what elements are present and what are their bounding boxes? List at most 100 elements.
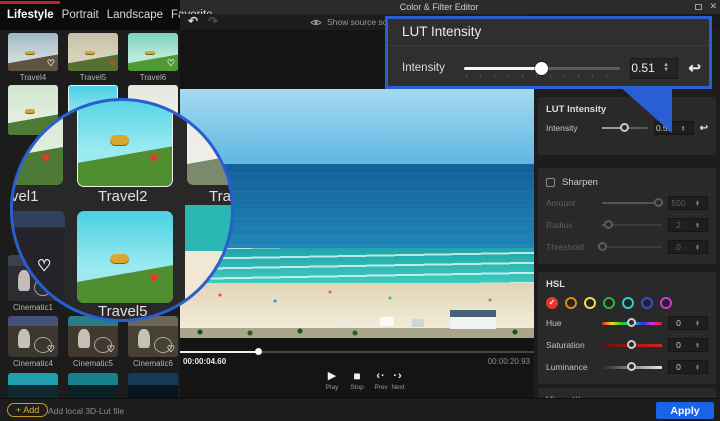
close-icon[interactable]: ✕ — [709, 1, 717, 12]
spinner[interactable] — [688, 320, 707, 327]
favorite-heart-icon[interactable] — [110, 59, 115, 68]
callout-value-box[interactable]: 0.51 — [630, 58, 678, 79]
magnified-label-travel3: Travel3 — [209, 188, 234, 205]
tab-landscape[interactable]: Landscape — [107, 9, 163, 21]
saturation-slider[interactable] — [602, 344, 662, 347]
play-button[interactable]: Play — [319, 369, 345, 391]
tab-lifestyle[interactable]: Lifestyle — [7, 9, 54, 21]
intensity-value-box[interactable]: 0.51 — [654, 121, 694, 135]
lut-item-cinematic5[interactable]: Cinematic5 — [68, 316, 118, 368]
swatch-magenta[interactable] — [660, 297, 672, 309]
sharpen-checkbox[interactable] — [546, 178, 555, 187]
timeline-track[interactable] — [180, 351, 534, 353]
slider-handle[interactable] — [535, 62, 548, 75]
reset-icon[interactable] — [700, 123, 708, 134]
magnified-thumbnail-travel3[interactable] — [187, 98, 234, 185]
callout-intensity-slider[interactable] — [464, 61, 620, 75]
radius-value-box[interactable]: 2 — [668, 218, 708, 232]
amount-slider[interactable] — [602, 202, 662, 204]
slider-handle[interactable] — [627, 318, 636, 327]
saturation-value-box[interactable]: 0 — [668, 338, 708, 352]
intensity-slider[interactable] — [602, 127, 648, 129]
stop-button[interactable]: Stop — [344, 369, 370, 391]
lut-thumbnail — [128, 373, 178, 398]
magnified-thumbnail-travel5[interactable] — [77, 211, 173, 303]
slider-handle[interactable] — [627, 340, 636, 349]
slider-handle[interactable] — [654, 198, 663, 207]
current-time: 00:00:04.60 — [183, 357, 226, 366]
timeline-handle[interactable] — [255, 348, 262, 355]
video-shore — [180, 328, 534, 338]
magnified-thumbnail-travel2-selected[interactable] — [77, 98, 173, 187]
lut-item-partial[interactable] — [128, 373, 178, 398]
slider-handle[interactable] — [604, 220, 613, 229]
magnified-label-travel1: Travel1 — [10, 188, 38, 205]
lut-thumbnail — [128, 316, 178, 357]
threshold-slider[interactable] — [602, 246, 662, 248]
hue-value-box[interactable]: 0 — [668, 316, 708, 330]
reset-icon[interactable] — [688, 59, 701, 77]
favorite-heart-icon[interactable] — [47, 345, 55, 354]
spinner[interactable] — [688, 364, 707, 371]
category-tab-bar: Lifestyle Portrait Landscape Favorite — [0, 0, 180, 30]
lut-thumbnail — [8, 373, 58, 398]
lut-thumbnail — [8, 33, 58, 71]
lut-item-travel4[interactable]: Travel4 — [8, 33, 58, 82]
lut-thumbnail — [8, 316, 58, 357]
favorite-heart-icon — [149, 151, 159, 167]
favorite-heart-icon[interactable] — [167, 345, 175, 354]
luminance-slider[interactable] — [602, 366, 662, 369]
lut-item-partial[interactable] — [68, 373, 118, 398]
swatch-cyan[interactable] — [622, 297, 634, 309]
slider-handle[interactable] — [627, 362, 636, 371]
swatch-yellow[interactable] — [584, 297, 596, 309]
swatch-blue[interactable] — [641, 297, 653, 309]
add-lut-button[interactable]: + Add — [7, 403, 48, 417]
spinner[interactable] — [688, 244, 707, 251]
magnified-video-sand — [185, 251, 234, 322]
lut-item-travel5[interactable]: Travel5 — [68, 33, 118, 82]
favorite-heart-icon[interactable] — [167, 59, 175, 68]
swatch-green[interactable] — [603, 297, 615, 309]
lut-item-cinematic6[interactable]: Cinematic6 — [128, 316, 178, 368]
lut-item-cinematic4[interactable]: Cinematic4 — [8, 316, 58, 368]
magnifier-overlay: Travel1 Travel2 Travel3 Travel5 — [10, 98, 234, 322]
spinner[interactable] — [688, 200, 707, 207]
slider-label: Intensity — [546, 123, 596, 133]
slider-handle[interactable] — [620, 123, 629, 132]
lut-item-travel6[interactable]: Travel6 — [128, 33, 178, 82]
add-lut-hint: Add local 3D-Lut file — [48, 406, 124, 416]
favorite-heart-icon — [41, 151, 51, 167]
spinner[interactable] — [688, 222, 707, 229]
undo-icon[interactable] — [188, 14, 198, 28]
spinner[interactable] — [655, 63, 678, 73]
magnified-thumbnail-travel1[interactable] — [10, 98, 63, 185]
luminance-value-box[interactable]: 0 — [668, 360, 708, 374]
magnified-label-travel5: Travel5 — [98, 303, 147, 320]
swatch-orange[interactable] — [565, 297, 577, 309]
lut-item-partial[interactable] — [8, 373, 58, 398]
radius-slider[interactable] — [602, 224, 662, 226]
maximize-icon[interactable] — [695, 4, 702, 10]
swatch-red-selected[interactable] — [546, 297, 558, 309]
lut-intensity-callout: LUT Intensity Intensity 0.51 — [385, 16, 712, 89]
slider-handle[interactable] — [598, 242, 607, 251]
threshold-value-box[interactable]: 0 — [668, 240, 708, 254]
tab-portrait[interactable]: Portrait — [62, 9, 99, 21]
timeline-progress — [180, 351, 258, 353]
amount-value-box[interactable]: 500 — [668, 196, 708, 210]
magnified-thumbnail-cinematic[interactable] — [10, 211, 65, 303]
callout-slider-label: Intensity — [402, 62, 454, 74]
apply-button[interactable]: Apply — [656, 402, 714, 419]
favorite-heart-icon[interactable] — [107, 345, 115, 354]
window-title: Color & Filter Editor — [400, 2, 479, 12]
favorite-heart-icon[interactable] — [47, 59, 55, 68]
spinner[interactable] — [688, 342, 707, 349]
eye-icon — [310, 18, 322, 27]
next-button[interactable]: Next — [385, 369, 411, 391]
hue-slider[interactable] — [602, 322, 662, 325]
magnified-video-water — [185, 205, 234, 251]
hsl-color-swatches — [538, 292, 716, 312]
redo-icon[interactable] — [208, 14, 218, 28]
spinner[interactable] — [674, 125, 693, 132]
